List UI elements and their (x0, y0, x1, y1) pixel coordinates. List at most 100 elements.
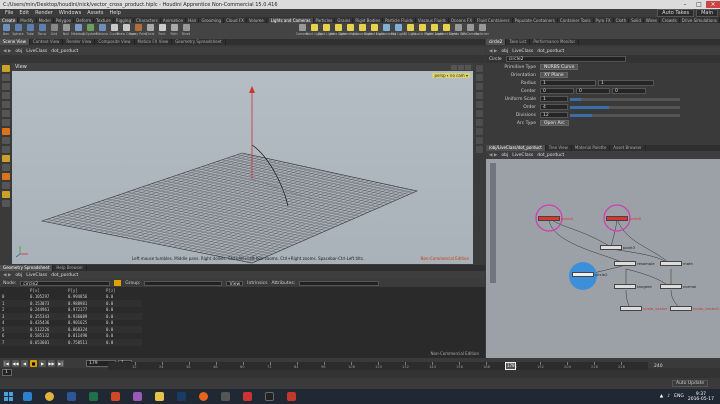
menu-render[interactable]: Render (32, 10, 56, 16)
excel-app-icon[interactable] (82, 389, 104, 404)
select-tool-icon[interactable] (2, 65, 10, 72)
radius-field[interactable]: 1 (598, 80, 654, 86)
viewport-options-icon[interactable] (451, 64, 457, 70)
shelf-tab-volume[interactable]: Volume (247, 17, 267, 23)
path-obj[interactable]: obj (501, 153, 508, 158)
back-arrow-icon[interactable]: ◀ ▶ (3, 273, 11, 278)
backface-icon[interactable] (475, 128, 483, 135)
shelf-tool-stereo-cam[interactable]: Stereo Cam (449, 23, 467, 39)
timeline-ruler[interactable]: 1224364860728496108120132144156168180192… (108, 362, 648, 370)
shelf-tab-lights-and-cameras[interactable]: Lights and Cameras (268, 17, 314, 23)
play-button[interactable]: ▶ (39, 359, 46, 367)
volume-icon[interactable]: ♪ (667, 394, 670, 399)
shelf-tool-path[interactable]: Path (168, 23, 180, 39)
path-dot-porduct[interactable]: dot_porduct (537, 153, 564, 158)
shelf-tab-grains[interactable]: Grains (335, 17, 354, 23)
menu-help[interactable]: Help (106, 10, 123, 16)
camera-icon[interactable] (2, 200, 10, 207)
view-dropdown[interactable]: View (226, 280, 244, 287)
path-obj[interactable]: obj (15, 273, 22, 278)
explorer-app-icon[interactable] (148, 389, 170, 404)
path-dot-porduct[interactable]: dot_porduct (51, 273, 78, 278)
shelf-tab-animation[interactable]: Animation (161, 17, 187, 23)
shelf-tool-box[interactable]: Box (0, 23, 12, 39)
point3-node[interactable]: point3 (600, 245, 635, 250)
center-field[interactable]: 0 (612, 88, 646, 94)
order-field[interactable]: 4 (540, 104, 568, 110)
shelf-tab-fluid-containers[interactable]: Fluid Containers (475, 17, 513, 23)
shelf-tool-camera[interactable]: Camera (296, 23, 308, 39)
handle-tool-icon[interactable] (2, 101, 10, 108)
shelf-tab-grooming[interactable]: Grooming (199, 17, 225, 23)
shelf-tool-platonic[interactable]: Platonic (96, 23, 108, 39)
shelf-tool-environment[interactable]: Environment (376, 23, 396, 39)
tab-context-view[interactable]: Context View (30, 39, 64, 45)
shelf-tab-characters[interactable]: Characters (134, 17, 161, 23)
shelf-tool-distant-light[interactable]: Distant Light (364, 23, 384, 39)
shelf-tool-tube[interactable]: Tube (24, 23, 36, 39)
shelf-tool-ambient-light[interactable]: Ambient Light (435, 23, 457, 39)
network-icon[interactable]: ▲ (660, 394, 663, 399)
shelf-tab-oceans-fx[interactable]: Oceans FX (449, 17, 476, 23)
order-slider[interactable] (570, 105, 680, 109)
menu-assets[interactable]: Assets (84, 10, 106, 16)
shelf-tab-model[interactable]: Model (37, 17, 54, 23)
shelf-tab-texture[interactable]: Texture (94, 17, 114, 23)
close-button[interactable]: × (706, 1, 720, 8)
shelf-tool-vr-camera[interactable]: VR Camera (461, 23, 479, 39)
back-arrow-icon[interactable]: ◀ ▶ (489, 49, 497, 54)
viewport-layout-icon[interactable] (458, 64, 464, 70)
current-frame-marker[interactable]: 179 (505, 362, 517, 370)
maximize-button[interactable]: □ (692, 1, 706, 8)
clock[interactable]: 9:37 2016-05-17 (688, 392, 714, 402)
menu-edit[interactable]: Edit (16, 10, 32, 16)
tab-render-view[interactable]: Render View (63, 39, 96, 45)
path-obj[interactable]: obj (501, 49, 508, 54)
shelf-tool-font[interactable]: Font (156, 23, 168, 39)
attributes-field[interactable] (299, 280, 380, 286)
rotate-tool-icon[interactable] (2, 83, 10, 90)
shelf-tool-null[interactable]: Null (60, 23, 72, 39)
lighting-icon[interactable] (475, 110, 483, 117)
group-field[interactable] (144, 280, 223, 286)
shelf-tool-caustic-light[interactable]: Caustic Light (412, 23, 432, 39)
shelf-tab-particles[interactable]: Particles (314, 17, 336, 23)
path-dot-porduct[interactable]: dot_porduct (537, 49, 564, 54)
path-dot-porduct[interactable]: dot_porduct (51, 49, 78, 54)
next-key-button[interactable]: ▶▶ (48, 359, 55, 367)
houdini-app-icon[interactable] (192, 389, 214, 404)
hcolo-vector-node[interactable]: hcolo_vector (620, 306, 667, 311)
shelf-tool-l-system[interactable]: L-System (83, 23, 97, 39)
point4-node[interactable]: point4 (538, 216, 573, 221)
shelf-tool-point-light[interactable]: Point Light (306, 23, 322, 39)
calculator-app-icon[interactable] (214, 389, 236, 404)
desktop-dropdown[interactable]: Main (696, 9, 718, 17)
display-icon[interactable] (2, 173, 10, 180)
shelf-tab-pyro-fx[interactable]: Pyro FX (594, 17, 614, 23)
math-node[interactable]: math (660, 261, 693, 266)
powerpoint-app-icon[interactable] (104, 389, 126, 404)
shelf-tool-rivet[interactable]: Rivet (180, 23, 192, 39)
shelf-tool-draw-curve[interactable]: Draw Curve (117, 23, 135, 39)
shelf-tool-sky-light[interactable]: Sky Light (391, 23, 405, 39)
cam-menu[interactable]: no cam ▾ (447, 73, 470, 78)
auto-update-dropdown[interactable]: Auto Update (672, 380, 709, 387)
tangent-node[interactable]: tangent (614, 284, 652, 289)
hcolo-vector2-node[interactable]: hcolo_vector2 (670, 306, 720, 311)
shaded-icon[interactable] (475, 74, 483, 81)
center-field[interactable]: 0 (540, 88, 574, 94)
word-app-icon[interactable] (60, 389, 82, 404)
prev-key-button[interactable]: ◀◀ (12, 359, 19, 367)
path-obj[interactable]: obj (15, 49, 22, 54)
viewport-camera-icon[interactable] (465, 64, 471, 70)
wireframe-icon[interactable] (475, 65, 483, 72)
lock-icon[interactable] (2, 155, 10, 162)
render-icon[interactable] (2, 182, 10, 189)
guides-icon[interactable] (475, 101, 483, 108)
range-start-field[interactable]: 1 (2, 369, 12, 376)
shelf-tool-spray-paint[interactable]: Spray Paint (129, 23, 147, 39)
view-tool-icon[interactable] (2, 119, 10, 126)
point8-node[interactable]: point8 (606, 216, 641, 221)
shelf-tool-gi-light[interactable]: GI Light (404, 23, 416, 39)
template-icon[interactable] (2, 164, 10, 171)
